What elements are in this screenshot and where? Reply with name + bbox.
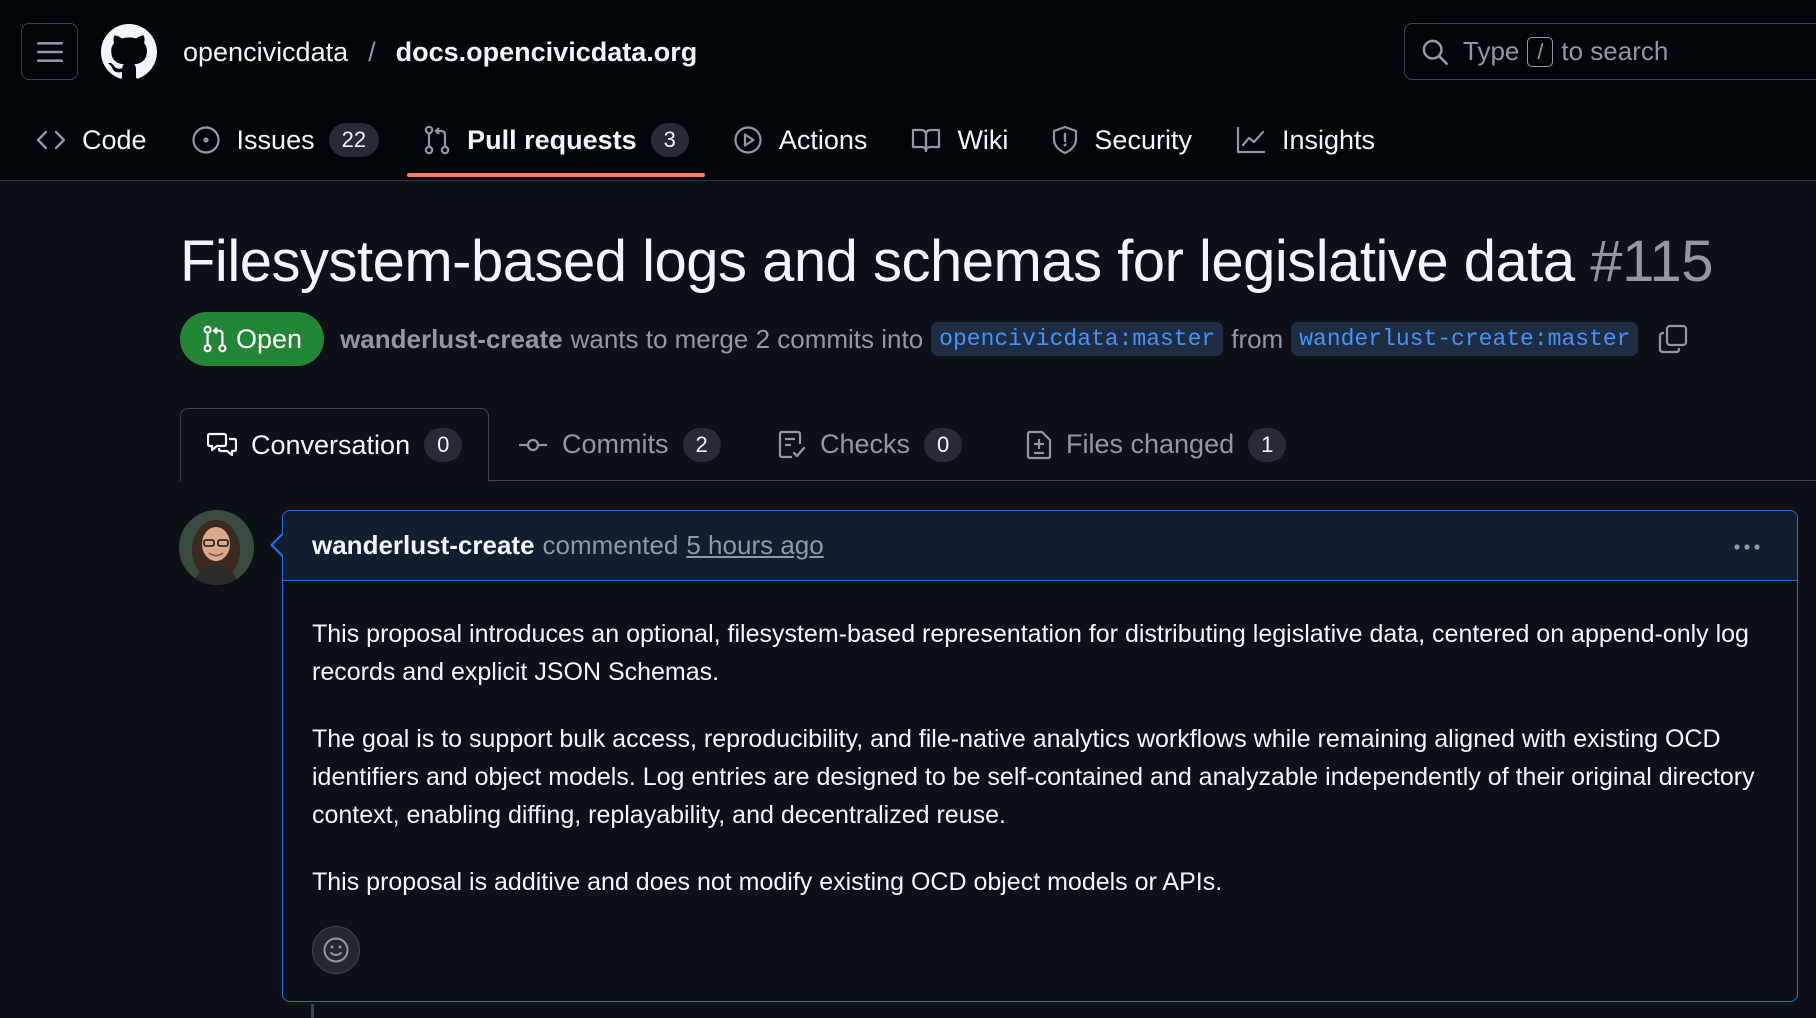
graph-icon (1236, 126, 1266, 154)
tab-pull-requests-label: Pull requests (467, 124, 637, 155)
tab-conversation-label: Conversation (251, 429, 411, 460)
avatar[interactable] (179, 510, 254, 585)
tab-actions-label: Actions (778, 124, 868, 155)
kebab-horizontal-icon[interactable] (1731, 531, 1763, 563)
tab-files-changed[interactable]: Files changed 1 (1000, 408, 1312, 481)
pr-meta: Open wanderlust-create wants to merge 2 … (180, 312, 1688, 366)
comment-paragraph: This proposal is additive and does not m… (312, 868, 1223, 896)
tab-files-changed-label: Files changed (1066, 429, 1235, 459)
tab-wiki[interactable]: Wiki (895, 106, 1024, 174)
shield-icon (1053, 125, 1078, 155)
search-icon (1422, 39, 1448, 65)
files-changed-count-badge: 1 (1248, 427, 1287, 462)
play-icon (734, 126, 762, 154)
tab-security-label: Security (1094, 124, 1192, 155)
pr-title: Filesystem-based logs and schemas for le… (180, 229, 1575, 294)
comment-timestamp-link[interactable]: 5 hours ago (686, 530, 823, 561)
status-badge: Open (180, 312, 325, 366)
search-shortcut-key: / (1527, 36, 1554, 67)
github-logo-icon[interactable] (101, 24, 157, 80)
tab-commits-label: Commits (562, 429, 669, 459)
breadcrumb-owner[interactable]: opencivicdata (183, 37, 348, 68)
head-branch[interactable]: wanderlust-create:master (1291, 322, 1639, 356)
checklist-icon (778, 430, 806, 458)
repo-nav: Code Issues 22 Pull requests 3 Actions W… (20, 112, 1403, 177)
copy-icon[interactable] (1658, 324, 1688, 354)
tab-checks-label: Checks (820, 429, 911, 459)
search-placeholder-suffix: to search (1561, 36, 1669, 66)
tab-issues-label: Issues (236, 124, 315, 155)
global-header: opencivicdata / docs.opencivicdata.org T… (0, 0, 1816, 181)
tab-code[interactable]: Code (20, 106, 163, 174)
breadcrumb: opencivicdata / docs.opencivicdata.org (183, 34, 697, 70)
tab-pull-requests[interactable]: Pull requests 3 (407, 106, 705, 177)
checks-count-badge: 0 (924, 427, 963, 462)
base-branch[interactable]: opencivicdata:master (931, 322, 1224, 356)
pr-author-link[interactable]: wanderlust-create (340, 324, 563, 355)
search-input[interactable]: Type / to search (1404, 23, 1816, 80)
commits-count-badge: 2 (682, 427, 721, 462)
comment-author-link[interactable]: wanderlust-create (312, 530, 535, 561)
search-placeholder-prefix: Type (1463, 36, 1520, 66)
tab-issues[interactable]: Issues 22 (175, 106, 396, 174)
from-text: from (1231, 323, 1284, 354)
hamburger-menu-button[interactable] (21, 23, 78, 80)
tab-insights[interactable]: Insights (1220, 106, 1391, 174)
tab-code-label: Code (82, 124, 147, 155)
user-avatar-icon (179, 510, 254, 585)
breadcrumb-repo[interactable]: docs.opencivicdata.org (396, 37, 698, 68)
comment-header: wanderlust-create commented 5 hours ago (283, 511, 1797, 581)
tab-commits[interactable]: Commits 2 (492, 408, 747, 481)
comment-box: wanderlust-create commented 5 hours ago … (282, 510, 1798, 1002)
git-commit-icon (519, 438, 547, 451)
comment-body: This proposal introduces an optional, fi… (283, 581, 1797, 901)
file-diff-icon (1026, 430, 1052, 459)
comment-paragraph: This proposal introduces an optional, fi… (312, 620, 1749, 686)
smiley-icon (323, 937, 349, 963)
tab-conversation[interactable]: Conversation 0 (180, 408, 490, 482)
book-icon (912, 128, 941, 153)
comment-pointer-fill (273, 534, 284, 556)
timeline-line (311, 1004, 314, 1018)
comment-paragraph: The goal is to support bulk access, repr… (312, 725, 1755, 829)
merge-text: wants to merge 2 commits into (570, 323, 924, 354)
hamburger-icon (36, 41, 63, 62)
tab-security[interactable]: Security (1036, 106, 1208, 174)
add-reaction-button[interactable] (312, 926, 360, 974)
pr-number: #115 (1590, 229, 1714, 294)
comment-action-text: commented (542, 530, 679, 560)
tab-wiki-label: Wiki (957, 124, 1009, 155)
pr-tabnav: Conversation 0 Commits 2 Checks 0 Files … (180, 408, 1816, 482)
page-title: Filesystem-based logs and schemas for le… (180, 228, 1714, 295)
git-pull-request-icon (424, 125, 450, 155)
issues-count-badge: 22 (328, 123, 380, 157)
code-icon (36, 130, 66, 150)
tab-actions[interactable]: Actions (717, 106, 884, 174)
pull-requests-count-badge: 3 (650, 123, 689, 157)
tab-checks[interactable]: Checks 0 (752, 408, 988, 481)
breadcrumb-separator: / (368, 36, 376, 67)
conversation-count-badge: 0 (424, 428, 463, 462)
git-pull-request-icon (203, 325, 227, 353)
tab-insights-label: Insights (1281, 124, 1376, 155)
comment-discussion-icon (207, 432, 237, 457)
issue-opened-icon (191, 126, 220, 154)
status-badge-label: Open (236, 323, 303, 354)
